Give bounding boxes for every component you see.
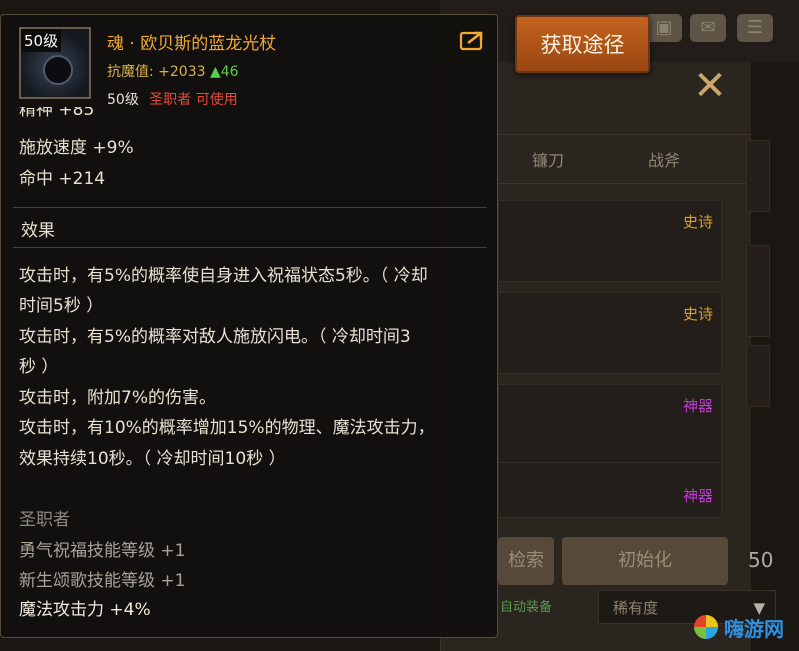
tab-battleaxe[interactable]: 战斧 — [648, 147, 680, 171]
effect-line: 攻击时，有10%的概率增加15%的物理、魔法攻击力， — [19, 418, 435, 438]
scroll-track — [746, 345, 770, 407]
grade-label: 史诗 — [682, 305, 713, 323]
requirement-line: 50级 圣职者 可使用 — [107, 89, 238, 109]
stat-cast-speed: 施放速度 +9% — [19, 138, 134, 158]
divider — [13, 207, 487, 208]
effect-line: 秒 ） — [19, 357, 59, 377]
list-item[interactable]: 神器 — [498, 384, 722, 466]
effect-line: 攻击时，有5%的概率对敌人施放闪电。（ 冷却时间3 — [19, 327, 411, 347]
effects-title: 效果 — [21, 221, 55, 241]
mail-icon[interactable]: ✉ — [690, 14, 726, 42]
class-section-title: 圣职者 — [19, 510, 70, 530]
clipped-stat-text: 精神 +85 — [19, 107, 95, 117]
item-name: 魂 · 欧贝斯的蓝龙光杖 — [107, 34, 277, 54]
effect-line: 效果持续10秒。（ 冷却时间10秒 ） — [19, 449, 286, 469]
effect-line: 攻击时，附加7%的伤害。 — [19, 388, 216, 408]
list-item[interactable]: 史诗 — [498, 200, 722, 282]
chat-icon[interactable]: ☰ — [737, 14, 773, 42]
orb-icon — [43, 55, 73, 85]
tab-scythe[interactable]: 镰刀 — [532, 147, 564, 171]
page-number: 50 — [748, 548, 774, 572]
divider — [13, 247, 487, 248]
grade-label: 神器 — [682, 397, 713, 415]
class-requirement: 圣职者 可使用 — [149, 92, 238, 108]
watermark-text: 嗨游网 — [724, 616, 784, 641]
item-level-badge: 50级 — [21, 29, 62, 52]
effect-line: 时间5秒 ） — [19, 296, 104, 316]
scroll-track — [746, 245, 770, 337]
required-level: 50级 — [107, 92, 139, 108]
rarity-select-value: 稀有度 — [613, 599, 659, 617]
grade-label: 神器 — [682, 487, 713, 505]
magic-attack-bonus: 魔法攻击力 +4% — [19, 600, 151, 620]
watermark-logo-icon — [694, 615, 718, 639]
effect-line: 攻击时，有5%的概率使自身进入祝福状态5秒。（ 冷却 — [19, 266, 428, 286]
close-icon[interactable]: ✕ — [686, 64, 734, 108]
reset-button[interactable]: 初始化 — [562, 537, 728, 585]
magic-resist-line: 抗魔值: +2033 ▲46 — [107, 61, 239, 81]
search-button[interactable]: 检索 — [498, 537, 554, 585]
clipped-stat: 精神 +85 — [19, 107, 94, 117]
magic-resist-delta: ▲46 — [209, 64, 239, 80]
skill-bonus: 勇气祝福技能等级 +1 — [19, 541, 186, 561]
grade-label: 史诗 — [682, 213, 713, 231]
list-item[interactable]: 史诗 — [498, 292, 722, 374]
stat-hit: 命中 +214 — [19, 169, 106, 189]
magic-resist-label: 抗魔值: — [107, 64, 154, 80]
magic-resist-value: +2033 — [158, 64, 206, 80]
weapon-tabs: 镰刀 战斧 — [490, 134, 752, 184]
bag-icon[interactable]: ▣ — [646, 14, 682, 42]
item-tooltip: 50级 魂 · 欧贝斯的蓝龙光杖 抗魔值: +2033 ▲46 50级 圣职者 … — [0, 14, 498, 638]
staff-icon: 50级 — [19, 27, 91, 99]
scroll-track — [746, 140, 770, 212]
share-icon[interactable] — [459, 29, 487, 51]
list-item[interactable]: 神器 — [498, 462, 722, 518]
skill-bonus: 新生颂歌技能等级 +1 — [19, 571, 186, 591]
get-path-button[interactable]: 获取途径 — [515, 15, 650, 73]
auto-equip-link[interactable]: 自动装备 — [500, 596, 552, 615]
watermark: 嗨游网 — [694, 612, 784, 642]
